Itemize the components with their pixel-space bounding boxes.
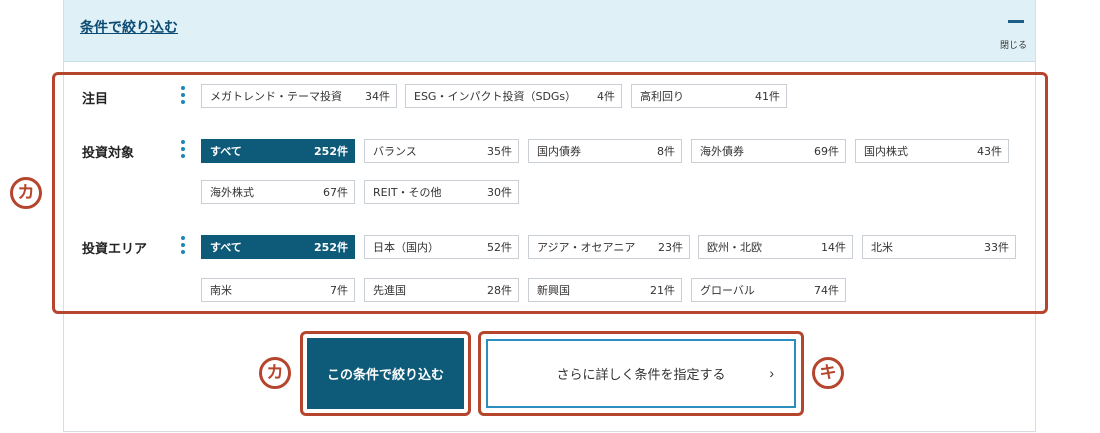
annotation-frame-advanced: [478, 331, 804, 416]
annotation-frame-filters: [52, 72, 1048, 314]
annotation-badge-ki: キ: [812, 357, 844, 389]
close-icon[interactable]: [1008, 20, 1024, 23]
annotation-frame-apply: [300, 331, 471, 416]
filter-title-link[interactable]: 条件で絞り込む: [80, 17, 178, 37]
filter-panel-header: 条件で絞り込む 閉じる: [64, 0, 1035, 62]
annotation-badge-ka: カ: [10, 177, 42, 209]
close-button-label[interactable]: 閉じる: [1000, 38, 1027, 51]
annotation-badge-ka-button: カ: [259, 357, 291, 389]
